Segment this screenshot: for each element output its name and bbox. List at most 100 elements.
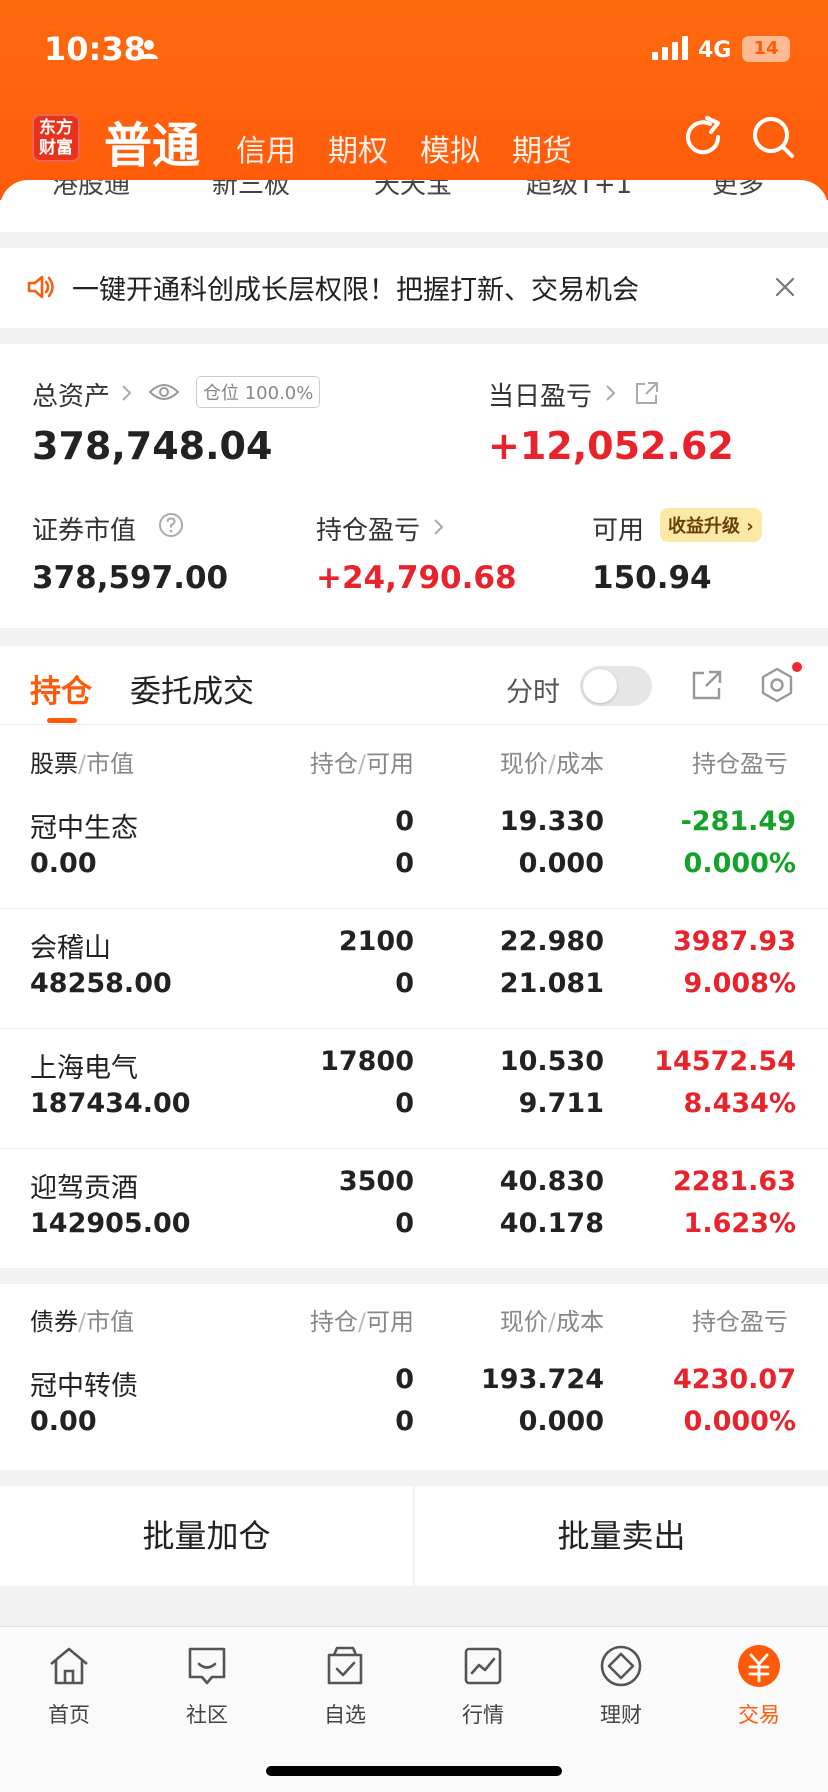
table-row[interactable]: 冠中转债 0.00 0 0 193.724 0.000 4230.07 0.00… [0, 1340, 828, 1460]
stock-price: 10.530 [499, 1046, 604, 1077]
header-text: 债券 [30, 1308, 78, 1336]
person-icon [140, 40, 158, 59]
batch-add-button[interactable]: 批量加仓 [0, 1486, 413, 1586]
nav-label: 自选 [324, 1703, 366, 1727]
header-text: 现价 [499, 750, 548, 778]
upgrade-badge[interactable]: 收益升级 › [660, 508, 762, 542]
timeshare-toggle[interactable] [580, 666, 652, 706]
notification-dot [792, 662, 802, 672]
tab-futures[interactable]: 期货 [512, 126, 572, 170]
bond-cost: 0.000 [518, 1406, 604, 1437]
shortcut-item[interactable]: 天天宝 [374, 180, 452, 201]
nav-wealth[interactable]: 理财 [552, 1637, 690, 1737]
community-icon [188, 1647, 226, 1685]
stock-price: 19.330 [499, 806, 604, 837]
holding-pl-label[interactable]: 持仓盈亏 [316, 510, 420, 547]
shortcut-item[interactable]: 港股通 [52, 180, 130, 201]
nav-community[interactable]: 社区 [138, 1637, 276, 1737]
header-text: 成本 [556, 750, 604, 778]
divider [0, 724, 828, 725]
stock-position: 3500 [338, 1166, 414, 1197]
stock-position: 2100 [338, 926, 414, 957]
nav-label: 交易 [738, 1703, 780, 1727]
upgrade-label: 收益升级 [668, 516, 740, 537]
bond-available: 0 [395, 1406, 414, 1437]
assets-card: 总资产 仓位 100.0% 378,748.04 当日盈亏 +12,052.62… [0, 344, 828, 628]
header-text: 市值 [86, 750, 135, 778]
shortcut-item[interactable]: 更多 [712, 180, 764, 201]
settings-icon[interactable] [758, 666, 796, 704]
chevron-right-icon [122, 385, 132, 401]
trade-icon [738, 1645, 780, 1687]
tab-normal[interactable]: 普通 [104, 106, 200, 176]
export-icon[interactable] [690, 668, 724, 702]
tab-positions[interactable]: 持仓 [30, 666, 92, 711]
stock-name: 上海电气 [30, 1053, 138, 1084]
close-icon[interactable] [774, 276, 796, 298]
stock-name: 迎驾贡酒 [30, 1173, 138, 1204]
total-assets-label[interactable]: 总资产 [32, 376, 110, 413]
header-text: 可用 [366, 1308, 414, 1336]
tab-credit[interactable]: 信用 [236, 126, 296, 170]
stock-market-value: 187434.00 [30, 1088, 191, 1119]
nav-home[interactable]: 首页 [0, 1637, 138, 1737]
col-header-bond: 债券/市值 [30, 1308, 135, 1336]
table-row[interactable]: 迎驾贡酒 142905.00 3500 0 40.830 40.178 2281… [0, 1142, 828, 1262]
batch-sell-button[interactable]: 批量卖出 [415, 1486, 828, 1586]
bond-market-value: 0.00 [30, 1406, 97, 1437]
chevron-right-icon [434, 519, 444, 535]
search-icon[interactable] [750, 114, 796, 160]
nav-label: 理财 [600, 1703, 642, 1727]
eye-icon[interactable] [148, 380, 180, 404]
table-row[interactable]: 冠中生态 0.00 0 0 19.330 0.000 -281.49 0.000… [0, 782, 828, 902]
daily-pl-label[interactable]: 当日盈亏 [488, 376, 592, 413]
tab-active-indicator [47, 718, 77, 723]
holding-pl-value: +24,790.68 [316, 560, 517, 596]
table-row[interactable]: 会稽山 48258.00 2100 0 22.980 21.081 3987.9… [0, 902, 828, 1022]
header-text: 可用 [366, 750, 414, 778]
nav-label: 首页 [48, 1703, 90, 1727]
notice-text: 一键开通科创成长层权限！把握打新、交易机会 [72, 275, 639, 306]
watchlist-icon [327, 1646, 363, 1685]
toggle-knob [583, 669, 617, 703]
shortcut-item[interactable]: 新三板 [212, 180, 290, 201]
stock-cost: 40.178 [499, 1208, 604, 1239]
bond-name: 冠中转债 [30, 1371, 138, 1402]
stock-name: 冠中生态 [30, 813, 138, 844]
col-header-stock: 股票/市值 [30, 750, 135, 778]
available-label: 可用 [592, 516, 645, 546]
stock-name: 会稽山 [30, 933, 111, 964]
stock-cost: 9.711 [518, 1088, 604, 1119]
bond-price: 193.724 [481, 1364, 604, 1395]
nav-watchlist[interactable]: 自选 [276, 1637, 414, 1737]
logo-text: 东方财富 [39, 118, 73, 158]
timeshare-label: 分时 [506, 677, 560, 708]
col-header-price: 现价/成本 [499, 1308, 604, 1336]
header-text: 现价 [499, 1308, 548, 1336]
nav-trade[interactable]: 交易 [690, 1637, 828, 1737]
stock-pl: 14572.54 [654, 1046, 796, 1077]
nav-market[interactable]: 行情 [414, 1637, 552, 1737]
stock-pl-pct: 0.000% [683, 848, 796, 879]
table-row[interactable]: 上海电气 187434.00 17800 0 10.530 9.711 1457… [0, 1022, 828, 1142]
stock-market-value: 48258.00 [30, 968, 172, 999]
app-logo: 东方财富 [32, 114, 80, 162]
stock-pl-pct: 8.434% [683, 1088, 796, 1119]
refresh-icon[interactable] [680, 114, 726, 160]
status-time: 10:38 [44, 30, 146, 68]
wealth-icon [600, 1645, 642, 1687]
tab-options[interactable]: 期权 [328, 126, 388, 170]
tab-orders[interactable]: 委托成交 [130, 666, 254, 711]
stock-available: 0 [395, 1208, 414, 1239]
share-icon[interactable] [634, 380, 660, 406]
nav-label: 行情 [462, 1703, 504, 1727]
col-header-pl: 持仓盈亏 [692, 1308, 788, 1336]
bond-position: 0 [395, 1364, 414, 1395]
stock-pl-pct: 1.623% [683, 1208, 796, 1239]
shortcut-row: 港股通 新三板 天天宝 超级T+1 更多 [0, 180, 828, 232]
tab-simulate[interactable]: 模拟 [420, 126, 480, 170]
notice-bar[interactable]: 一键开通科创成长层权限！把握打新、交易机会 [0, 248, 828, 328]
help-icon[interactable] [158, 512, 184, 538]
header-text: 持仓 [309, 1308, 358, 1336]
shortcut-item[interactable]: 超级T+1 [526, 180, 632, 201]
